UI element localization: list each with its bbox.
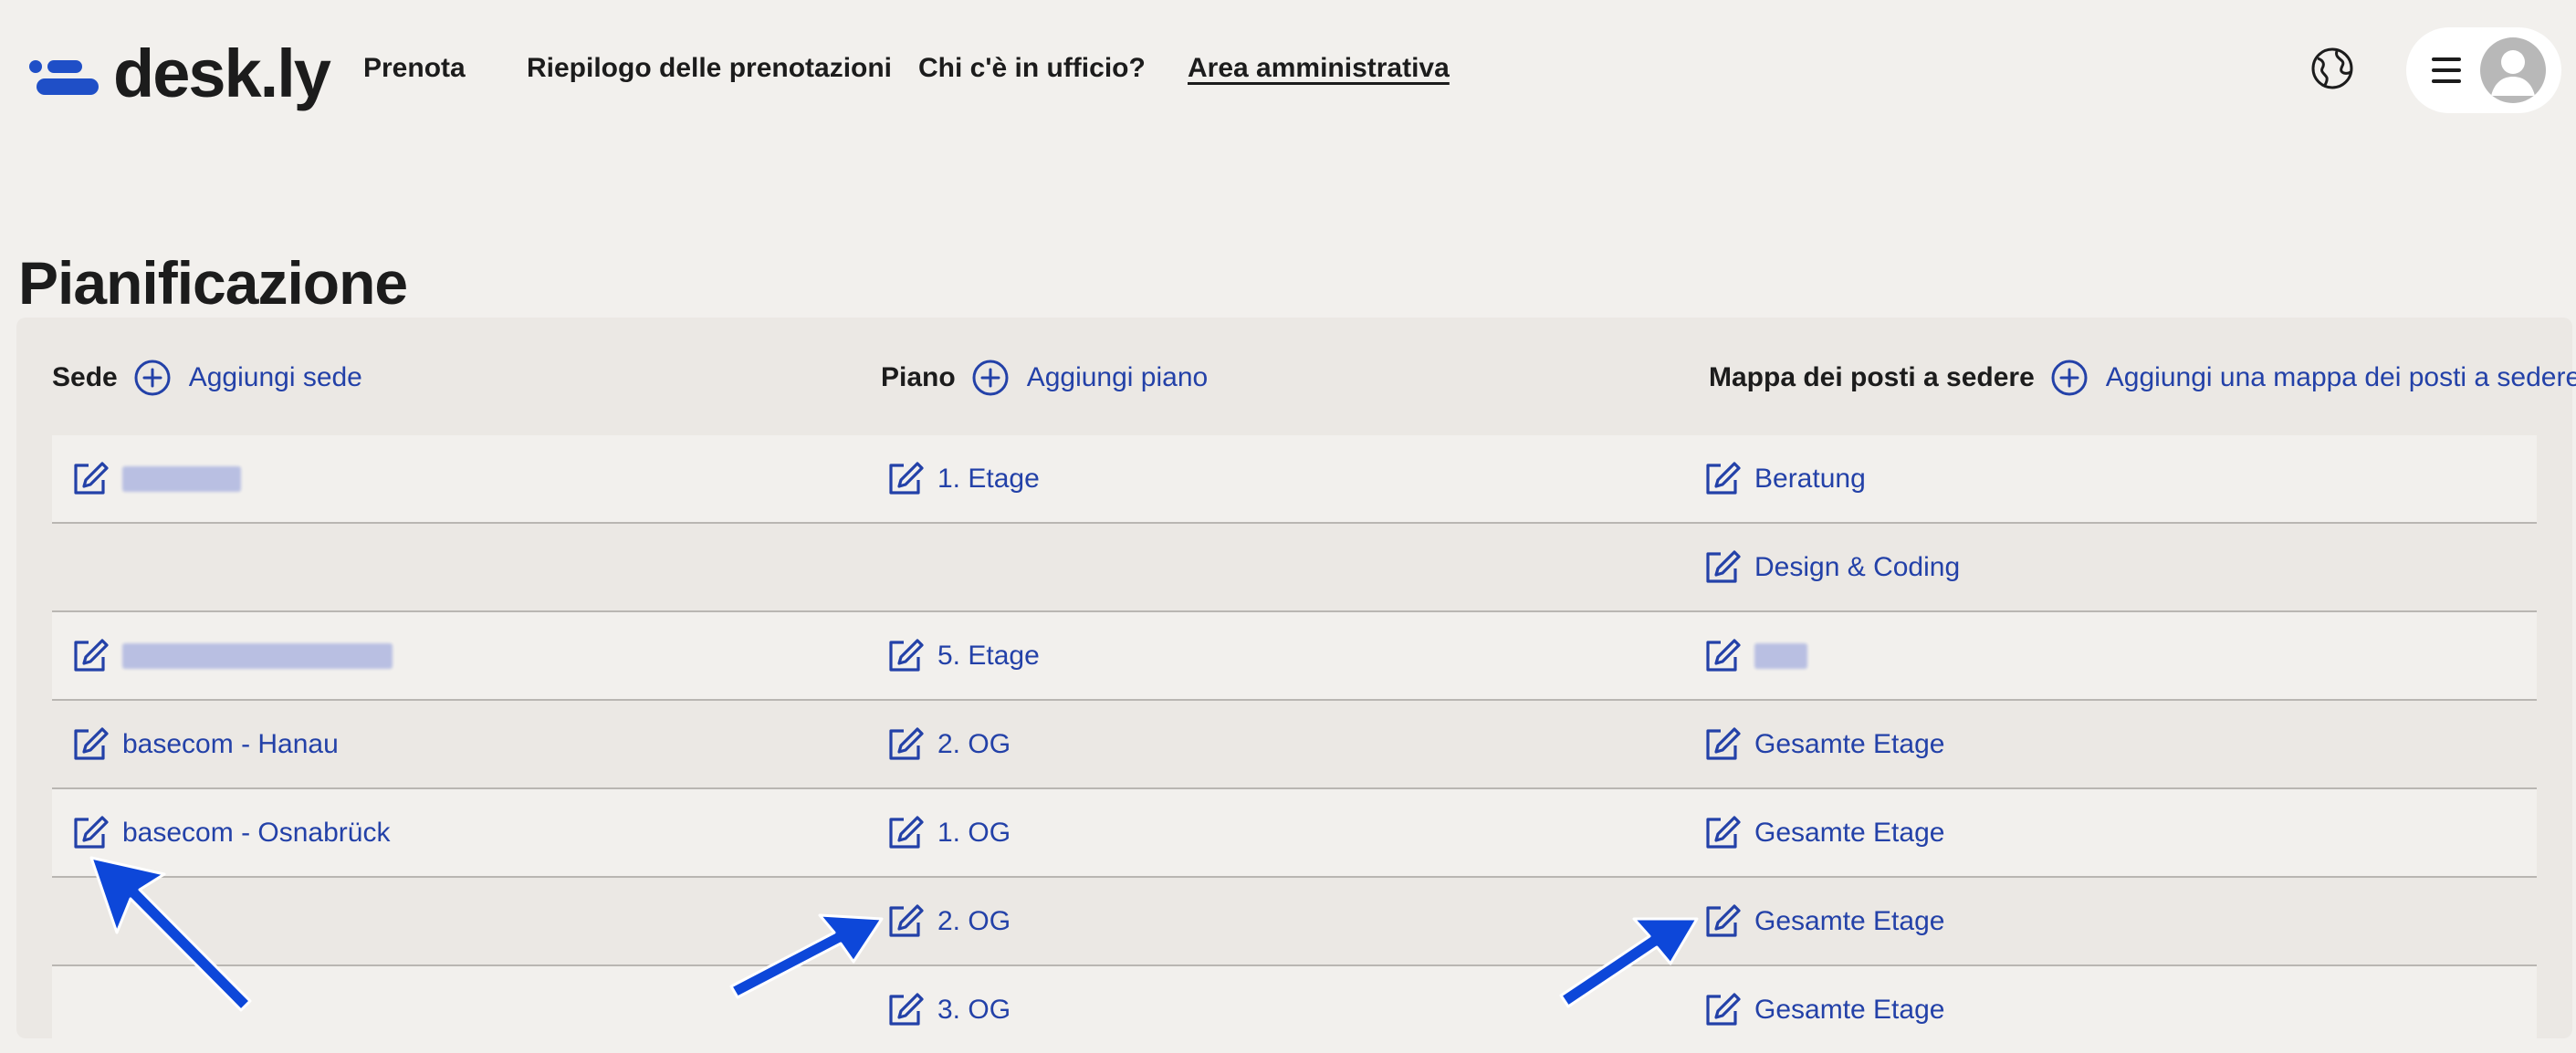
map-cell[interactable]: Design & Coding bbox=[1702, 524, 1960, 610]
floor-link[interactable]: 3. OG bbox=[937, 995, 1011, 1026]
redacted-map-name bbox=[1754, 642, 1807, 669]
user-menu-button[interactable] bbox=[2406, 27, 2561, 113]
map-link[interactable]: Design & Coding bbox=[1754, 552, 1960, 583]
edit-icon[interactable] bbox=[885, 902, 925, 942]
edit-icon[interactable] bbox=[1702, 636, 1742, 676]
logo-text: desk.ly bbox=[113, 36, 331, 111]
table-row: Design & Coding bbox=[52, 524, 2537, 612]
edit-icon[interactable] bbox=[1702, 459, 1742, 499]
edit-icon[interactable] bbox=[69, 725, 110, 765]
edit-icon[interactable] bbox=[1702, 902, 1742, 942]
site-link[interactable]: basecom - Osnabrück bbox=[122, 818, 390, 849]
table-row: 2. OG Gesamte Etage bbox=[52, 878, 2537, 966]
map-link[interactable]: Gesamte Etage bbox=[1754, 818, 1944, 849]
floor-cell[interactable]: 2. OG bbox=[885, 701, 1011, 787]
edit-icon[interactable] bbox=[1702, 990, 1742, 1030]
add-seating-map-button[interactable]: Aggiungi una mappa dei posti a sedere bbox=[2051, 360, 2576, 396]
redacted-site-name bbox=[122, 642, 393, 669]
floor-cell[interactable]: 2. OG bbox=[885, 878, 1011, 964]
map-cell[interactable]: Gesamte Etage bbox=[1702, 701, 1944, 787]
column-title-piano: Piano bbox=[881, 362, 956, 392]
floor-cell[interactable]: 5. Etage bbox=[885, 612, 1040, 699]
site-link[interactable]: basecom - Hanau bbox=[122, 729, 339, 760]
edit-icon[interactable] bbox=[1702, 813, 1742, 853]
edit-icon[interactable] bbox=[885, 725, 925, 765]
floor-cell[interactable]: 1. OG bbox=[885, 789, 1011, 876]
add-floor-label: Aggiungi piano bbox=[1026, 362, 1209, 392]
table-row: basecom - Osnabrück 1. OG Gesamte Etage bbox=[52, 789, 2537, 878]
site-cell[interactable]: basecom - Osnabrück bbox=[69, 789, 390, 876]
plus-circle-icon bbox=[134, 360, 171, 396]
add-floor-button[interactable]: Aggiungi piano bbox=[972, 360, 1209, 396]
column-header-sede: Sede Aggiungi sede bbox=[52, 356, 362, 400]
plus-circle-icon bbox=[2051, 360, 2088, 396]
top-navigation-bar: desk.ly Prenota Riepilogo delle prenotaz… bbox=[0, 0, 2576, 142]
planning-table: 1. Etage Beratung Design & Coding 5. Eta… bbox=[52, 435, 2537, 1053]
nav-prenota[interactable]: Prenota bbox=[363, 53, 466, 84]
column-title-mappa: Mappa dei posti a sedere bbox=[1709, 362, 2035, 392]
edit-icon[interactable] bbox=[885, 990, 925, 1030]
column-title-sede: Sede bbox=[52, 362, 118, 392]
table-row: 5. Etage bbox=[52, 612, 2537, 701]
edit-icon[interactable] bbox=[69, 459, 110, 499]
logo-mark-icon bbox=[29, 53, 100, 95]
map-link[interactable]: Gesamte Etage bbox=[1754, 995, 1944, 1026]
add-site-label: Aggiungi sede bbox=[188, 362, 362, 392]
map-link[interactable]: Beratung bbox=[1754, 464, 1866, 495]
map-cell[interactable] bbox=[1702, 612, 1807, 699]
deskly-logo[interactable]: desk.ly bbox=[29, 33, 331, 115]
hamburger-menu-icon bbox=[2432, 57, 2461, 83]
map-cell[interactable]: Gesamte Etage bbox=[1702, 878, 1944, 964]
edit-icon[interactable] bbox=[1702, 725, 1742, 765]
floor-link[interactable]: 2. OG bbox=[937, 906, 1011, 937]
nav-area-amministrativa[interactable]: Area amministrativa bbox=[1188, 53, 1450, 84]
floor-cell[interactable]: 3. OG bbox=[885, 966, 1011, 1053]
site-cell[interactable] bbox=[69, 612, 393, 699]
floor-link[interactable]: 2. OG bbox=[937, 729, 1011, 760]
globe-icon[interactable] bbox=[2309, 46, 2355, 91]
edit-icon[interactable] bbox=[885, 813, 925, 853]
add-seating-map-label: Aggiungi una mappa dei posti a sedere bbox=[2105, 362, 2576, 392]
add-site-button[interactable]: Aggiungi sede bbox=[134, 360, 362, 396]
map-link[interactable]: Gesamte Etage bbox=[1754, 729, 1944, 760]
edit-icon[interactable] bbox=[885, 459, 925, 499]
nav-riepilogo-prenotazioni[interactable]: Riepilogo delle prenotazioni bbox=[527, 53, 892, 84]
floor-link[interactable]: 1. Etage bbox=[937, 464, 1040, 495]
edit-icon[interactable] bbox=[69, 636, 110, 676]
table-row: basecom - Hanau 2. OG Gesamte Etage bbox=[52, 701, 2537, 789]
floor-link[interactable]: 5. Etage bbox=[937, 641, 1040, 672]
map-link[interactable]: Gesamte Etage bbox=[1754, 906, 1944, 937]
edit-icon[interactable] bbox=[1702, 547, 1742, 588]
site-cell[interactable] bbox=[69, 435, 241, 522]
page-title: Pianificazione bbox=[18, 249, 408, 318]
plus-circle-icon bbox=[972, 360, 1009, 396]
table-row: 3. OG Gesamte Etage bbox=[52, 966, 2537, 1053]
edit-icon[interactable] bbox=[69, 813, 110, 853]
map-cell[interactable]: Beratung bbox=[1702, 435, 1866, 522]
column-header-mappa: Mappa dei posti a sedere Aggiungi una ma… bbox=[1709, 356, 2576, 400]
floor-link[interactable]: 1. OG bbox=[937, 818, 1011, 849]
map-cell[interactable]: Gesamte Etage bbox=[1702, 966, 1944, 1053]
floor-cell[interactable]: 1. Etage bbox=[885, 435, 1040, 522]
map-cell[interactable]: Gesamte Etage bbox=[1702, 789, 1944, 876]
column-header-piano: Piano Aggiungi piano bbox=[881, 356, 1208, 400]
site-cell[interactable]: basecom - Hanau bbox=[69, 701, 339, 787]
table-row: 1. Etage Beratung bbox=[52, 435, 2537, 524]
nav-chi-in-ufficio[interactable]: Chi c'è in ufficio? bbox=[918, 53, 1146, 84]
user-avatar-icon bbox=[2480, 37, 2546, 103]
edit-icon[interactable] bbox=[885, 636, 925, 676]
redacted-site-name bbox=[122, 465, 241, 492]
